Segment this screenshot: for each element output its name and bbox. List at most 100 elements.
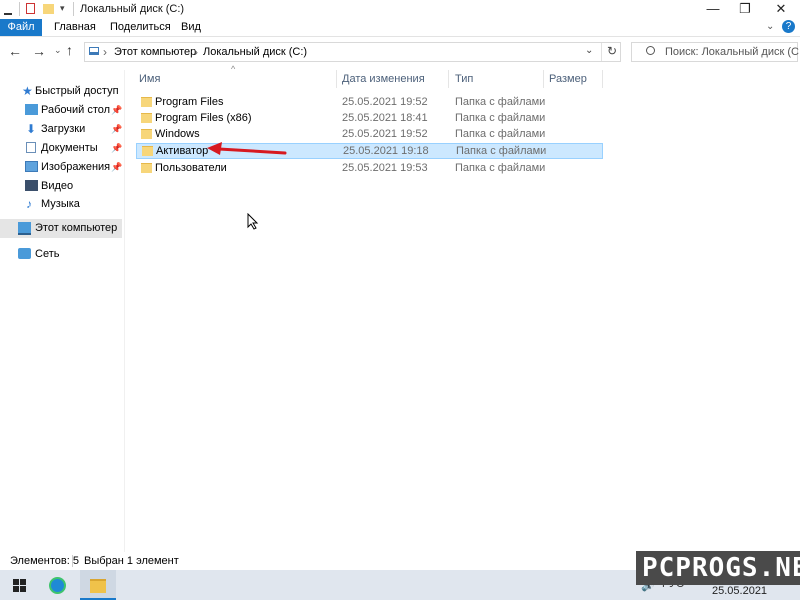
search-box[interactable]: Поиск: Локальный диск (C:) (631, 42, 800, 62)
recent-locations-chevron-icon[interactable]: ⌄ (54, 45, 62, 56)
nav-music-label: Музыка (41, 198, 80, 210)
breadcrumb-separator: › (194, 45, 198, 59)
breadcrumb-this-pc[interactable]: Этот компьютер (114, 46, 196, 58)
videos-icon (25, 180, 38, 191)
nav-network-label: Сеть (35, 248, 60, 260)
file-row[interactable]: Пользователи 25.05.2021 19:53 Папка с фа… (136, 160, 603, 176)
maximize-button[interactable]: ❐ (728, 0, 762, 19)
desktop-icon (25, 104, 38, 115)
file-name: Пользователи (155, 162, 227, 174)
ribbon-tabs: Файл Главная Поделиться Вид ⌄ ? (0, 19, 800, 37)
help-icon[interactable]: ? (782, 20, 795, 33)
qat-divider (73, 2, 74, 16)
file-name: Windows (155, 128, 200, 140)
pin-icon: 📌 (111, 124, 123, 134)
address-bar[interactable]: › Этот компьютер › Локальный диск (C:) ⌄… (84, 42, 621, 62)
tab-file[interactable]: Файл (0, 19, 42, 36)
file-row[interactable]: Windows 25.05.2021 19:52 Папка с файлами (136, 126, 603, 142)
file-type: Папка с файлами (456, 145, 547, 157)
file-date: 25.05.2021 18:41 (342, 112, 428, 124)
music-icon: ♪ (26, 197, 32, 211)
window-title: Локальный диск (C:) (80, 3, 185, 15)
address-dropdown-icon[interactable]: ⌄ (585, 45, 593, 56)
breadcrumb-local-disk[interactable]: Локальный диск (C:) (203, 46, 307, 58)
status-divider (72, 555, 73, 567)
column-divider[interactable] (543, 70, 544, 88)
red-arrow-annotation (207, 142, 287, 155)
column-divider[interactable] (448, 70, 449, 88)
file-row[interactable]: Program Files 25.05.2021 19:52 Папка с ф… (136, 94, 603, 110)
column-divider[interactable] (602, 70, 603, 88)
nav-desktop[interactable]: Рабочий стол 📌 (0, 101, 122, 119)
back-arrow-icon[interactable]: ← (8, 43, 22, 59)
tab-home[interactable]: Главная (54, 19, 96, 36)
refresh-icon[interactable]: ↻ (607, 44, 617, 58)
watermark: PCPROGS.NET (636, 551, 800, 585)
column-header-date[interactable]: Дата изменения (342, 70, 425, 88)
new-folder-icon[interactable] (43, 4, 54, 14)
computer-icon (89, 47, 99, 55)
nav-videos[interactable]: Видео (0, 177, 122, 195)
nav-network[interactable]: Сеть (0, 245, 122, 263)
nav-pictures-label: Изображения (41, 161, 111, 173)
up-arrow-icon[interactable]: ↑ (66, 42, 73, 58)
column-header-type[interactable]: Тип (455, 70, 473, 88)
file-type: Папка с файлами (455, 128, 546, 140)
folder-icon (142, 146, 153, 156)
explorer-icon (4, 4, 12, 15)
column-header-size[interactable]: Размер (549, 70, 587, 88)
qat-divider (19, 2, 20, 16)
ribbon-expand-icon[interactable]: ⌄ (766, 21, 774, 32)
network-icon (18, 248, 31, 259)
status-selection: Выбран 1 элемент (84, 555, 179, 567)
edge-browser-icon[interactable] (49, 577, 66, 594)
address-divider (601, 43, 602, 61)
nav-this-pc-label: Этот компьютер (35, 222, 118, 234)
nav-downloads[interactable]: ⬇ Загрузки 📌 (0, 120, 122, 138)
folder-icon (141, 129, 152, 139)
nav-videos-label: Видео (41, 180, 74, 192)
minimize-button[interactable]: — (696, 0, 730, 19)
nav-desktop-label: Рабочий стол (41, 104, 111, 116)
pictures-icon (25, 161, 38, 172)
nav-quick-access-label: Быстрый доступ (35, 85, 119, 97)
file-date: 25.05.2021 19:53 (342, 162, 428, 174)
nav-documents-label: Документы (41, 142, 98, 154)
nav-downloads-label: Загрузки (41, 123, 86, 135)
windows-start-icon[interactable] (13, 579, 26, 592)
close-button[interactable]: ✕ (764, 0, 798, 19)
file-date: 25.05.2021 19:52 (342, 96, 428, 108)
file-name: Program Files (155, 96, 224, 108)
tab-share[interactable]: Поделиться (110, 19, 171, 36)
computer-icon (18, 222, 31, 235)
search-icon (646, 46, 655, 55)
title-bar: ▾ Локальный диск (C:) — ❐ ✕ (0, 0, 800, 19)
tab-view[interactable]: Вид (181, 19, 201, 36)
nav-pictures[interactable]: Изображения 📌 (0, 158, 122, 176)
nav-documents[interactable]: Документы 📌 (0, 139, 122, 157)
column-header-name[interactable]: Имя (139, 70, 160, 88)
nav-this-pc[interactable]: Этот компьютер (0, 219, 122, 238)
folder-icon (141, 97, 152, 107)
file-row[interactable]: Program Files (x86) 25.05.2021 18:41 Пап… (136, 110, 603, 126)
column-divider[interactable] (336, 70, 337, 88)
properties-icon[interactable] (26, 3, 35, 14)
qat-dropdown-icon[interactable]: ▾ (60, 3, 65, 14)
file-name: Активатор (156, 145, 209, 157)
search-placeholder[interactable]: Поиск: Локальный диск (C:) (665, 46, 800, 58)
pin-icon: 📌 (111, 162, 123, 172)
file-type: Папка с файлами (455, 96, 546, 108)
nav-quick-access[interactable]: ★ Быстрый доступ (0, 82, 122, 100)
forward-arrow-icon[interactable]: → (32, 43, 46, 59)
file-type: Папка с файлами (455, 112, 546, 124)
nav-music[interactable]: ♪ Музыка (0, 195, 122, 213)
file-explorer-taskbar-button[interactable] (80, 570, 116, 600)
folder-icon (90, 579, 106, 593)
tray-date[interactable]: 25.05.2021 (712, 585, 767, 597)
pin-icon: 📌 (111, 143, 123, 153)
documents-icon (26, 142, 36, 153)
file-date: 25.05.2021 19:52 (342, 128, 428, 140)
mouse-cursor-icon (247, 213, 259, 230)
pin-icon: 📌 (111, 105, 123, 115)
folder-icon (141, 113, 152, 123)
